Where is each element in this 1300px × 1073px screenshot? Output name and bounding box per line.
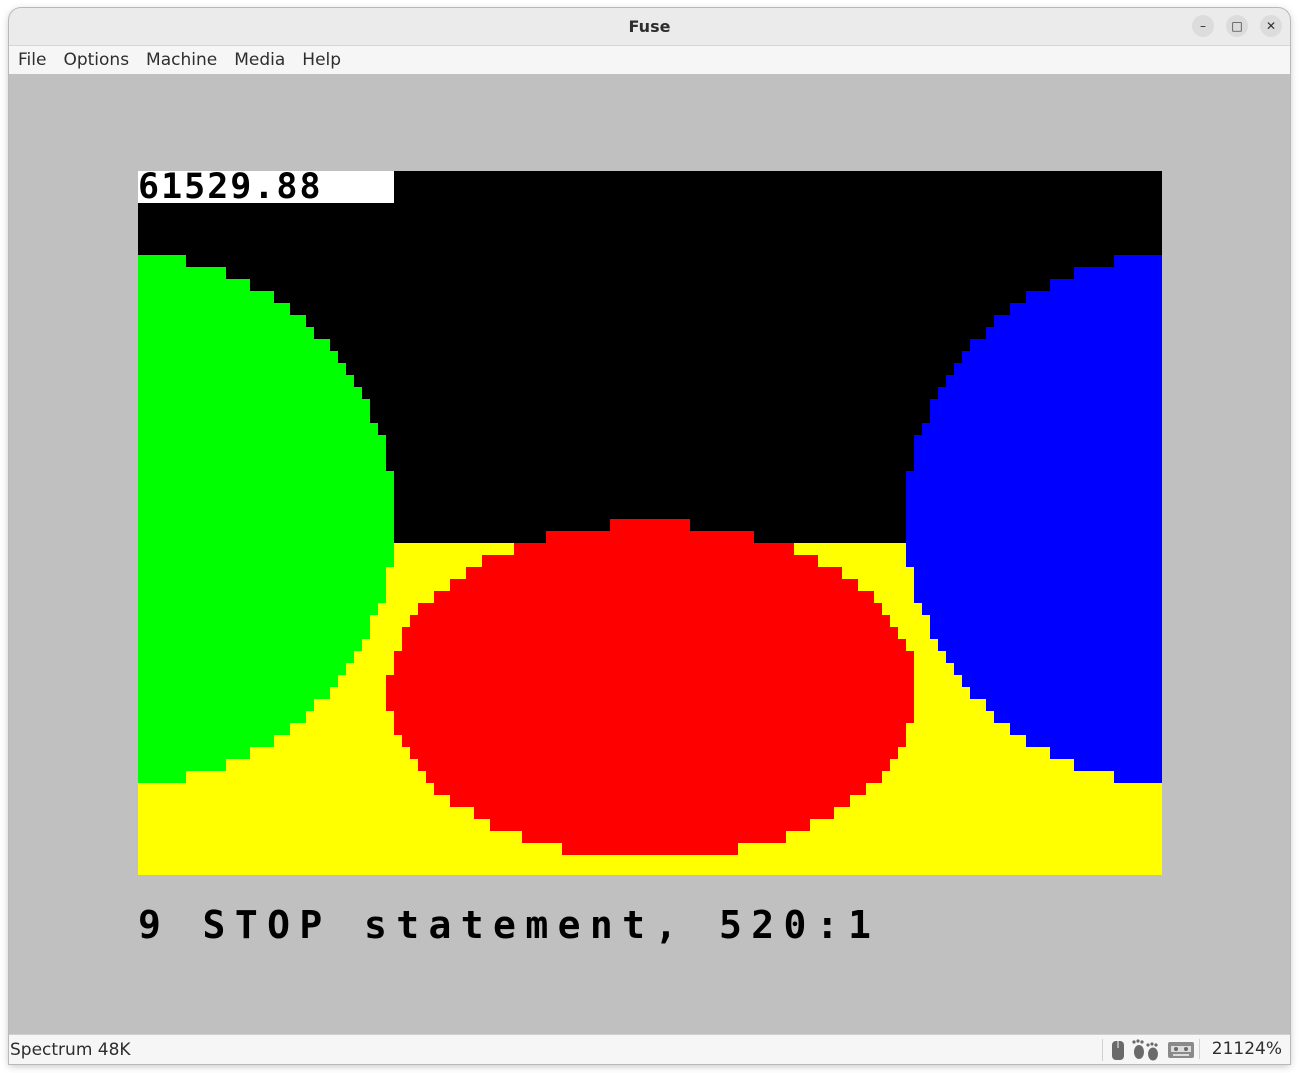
menu-file[interactable]: File xyxy=(9,50,54,70)
cassette-icon xyxy=(1168,1042,1194,1058)
minimize-icon: – xyxy=(1200,19,1206,33)
zoom-level: 21124% xyxy=(1198,1039,1282,1059)
close-icon: ✕ xyxy=(1265,19,1277,33)
spectrum-screen[interactable] xyxy=(138,171,1162,875)
menu-machine[interactable]: Machine xyxy=(137,50,225,70)
basic-report-message: 9 STOP statement, 520:1 xyxy=(138,903,881,947)
menu-bar: File Options Machine Media Help xyxy=(9,46,1290,74)
timer-readout: 61529.88 xyxy=(138,170,394,205)
status-icons xyxy=(1102,1039,1195,1061)
maximize-button[interactable]: □ xyxy=(1226,15,1248,37)
fuse-window: Fuse – □ ✕ File Options Machine Media He… xyxy=(9,8,1290,1064)
title-bar[interactable]: Fuse – □ ✕ xyxy=(9,8,1290,46)
menu-options[interactable]: Options xyxy=(54,50,137,70)
menu-help[interactable]: Help xyxy=(293,50,349,70)
minimize-button[interactable]: – xyxy=(1192,15,1214,37)
footprints-icon xyxy=(1132,1039,1158,1061)
status-bar: Spectrum 48K 21124% xyxy=(9,1034,1290,1064)
close-button[interactable]: ✕ xyxy=(1260,15,1282,37)
window-controls: – □ ✕ xyxy=(1192,15,1282,37)
mouse-icon xyxy=(1112,1041,1124,1060)
emulator-display[interactable]: 61529.88 9 STOP statement, 520:1 xyxy=(9,75,1290,1034)
maximize-icon: □ xyxy=(1231,19,1243,33)
window-title: Fuse xyxy=(628,17,671,36)
menu-media[interactable]: Media xyxy=(225,50,293,70)
machine-type-label: Spectrum 48K xyxy=(10,1040,131,1060)
